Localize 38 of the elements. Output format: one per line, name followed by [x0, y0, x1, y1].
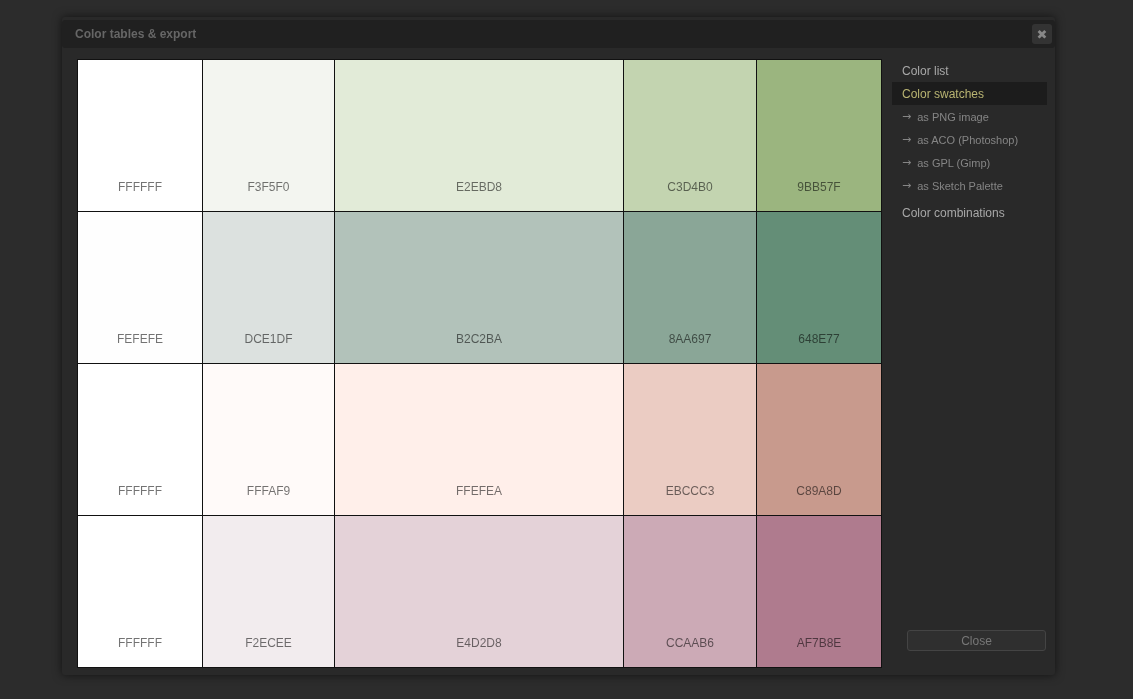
hex-code: FEFEFE: [117, 332, 163, 346]
hex-code: C3D4B0: [667, 180, 713, 194]
hex-code: FFFFFF: [118, 180, 162, 194]
export-link[interactable]: → as ACO (Photoshop): [892, 128, 1047, 151]
hex-code: F2ECEE: [245, 636, 292, 650]
hex-code: 9BB57F: [797, 180, 841, 194]
arrow-marker: →: [902, 110, 912, 123]
export-link[interactable]: → as Sketch Palette: [892, 174, 1047, 197]
hex-code: 648E77: [798, 332, 840, 346]
sidebar-item[interactable]: Color swatches: [892, 82, 1047, 105]
export-label: as PNG image: [917, 110, 989, 123]
export-link[interactable]: → as PNG image: [892, 105, 1047, 128]
hex-code: DCE1DF: [244, 332, 293, 346]
hex-code: 8AA697: [668, 332, 712, 346]
hex-code: C89A8D: [796, 484, 842, 498]
export-label: as GPL (Gimp): [917, 156, 991, 169]
close-button[interactable]: Close: [907, 630, 1046, 651]
hex-code: FFFFFF: [118, 484, 162, 498]
export-link[interactable]: → as GPL (Gimp): [892, 151, 1047, 174]
export-label: as ACO (Photoshop): [917, 133, 1019, 146]
dialog-title: Color tables & export: [75, 27, 197, 41]
hex-code: FFFFFF: [118, 636, 162, 650]
hex-code: EBCCC3: [665, 484, 715, 498]
hex-code: E2EBD8: [456, 180, 502, 194]
sidebar-item[interactable]: Color list: [892, 59, 1047, 82]
arrow-marker: →: [902, 133, 912, 146]
hex-code: FFEFEA: [456, 484, 502, 498]
hex-code: CCAAB6: [666, 636, 714, 650]
hex-code: AF7B8E: [796, 636, 842, 650]
hex-code: B2C2BA: [456, 332, 502, 346]
arrow-marker: →: [902, 179, 912, 192]
arrow-marker: →: [902, 156, 912, 169]
export-label: as Sketch Palette: [917, 179, 1003, 192]
hex-code: F3F5F0: [247, 180, 290, 194]
close-button[interactable]: ✖: [1032, 24, 1052, 44]
sidebar-item[interactable]: Color combinations: [892, 201, 1047, 224]
hex-code: FFFAF9: [246, 484, 291, 498]
hex-code: E4D2D8: [456, 636, 502, 650]
